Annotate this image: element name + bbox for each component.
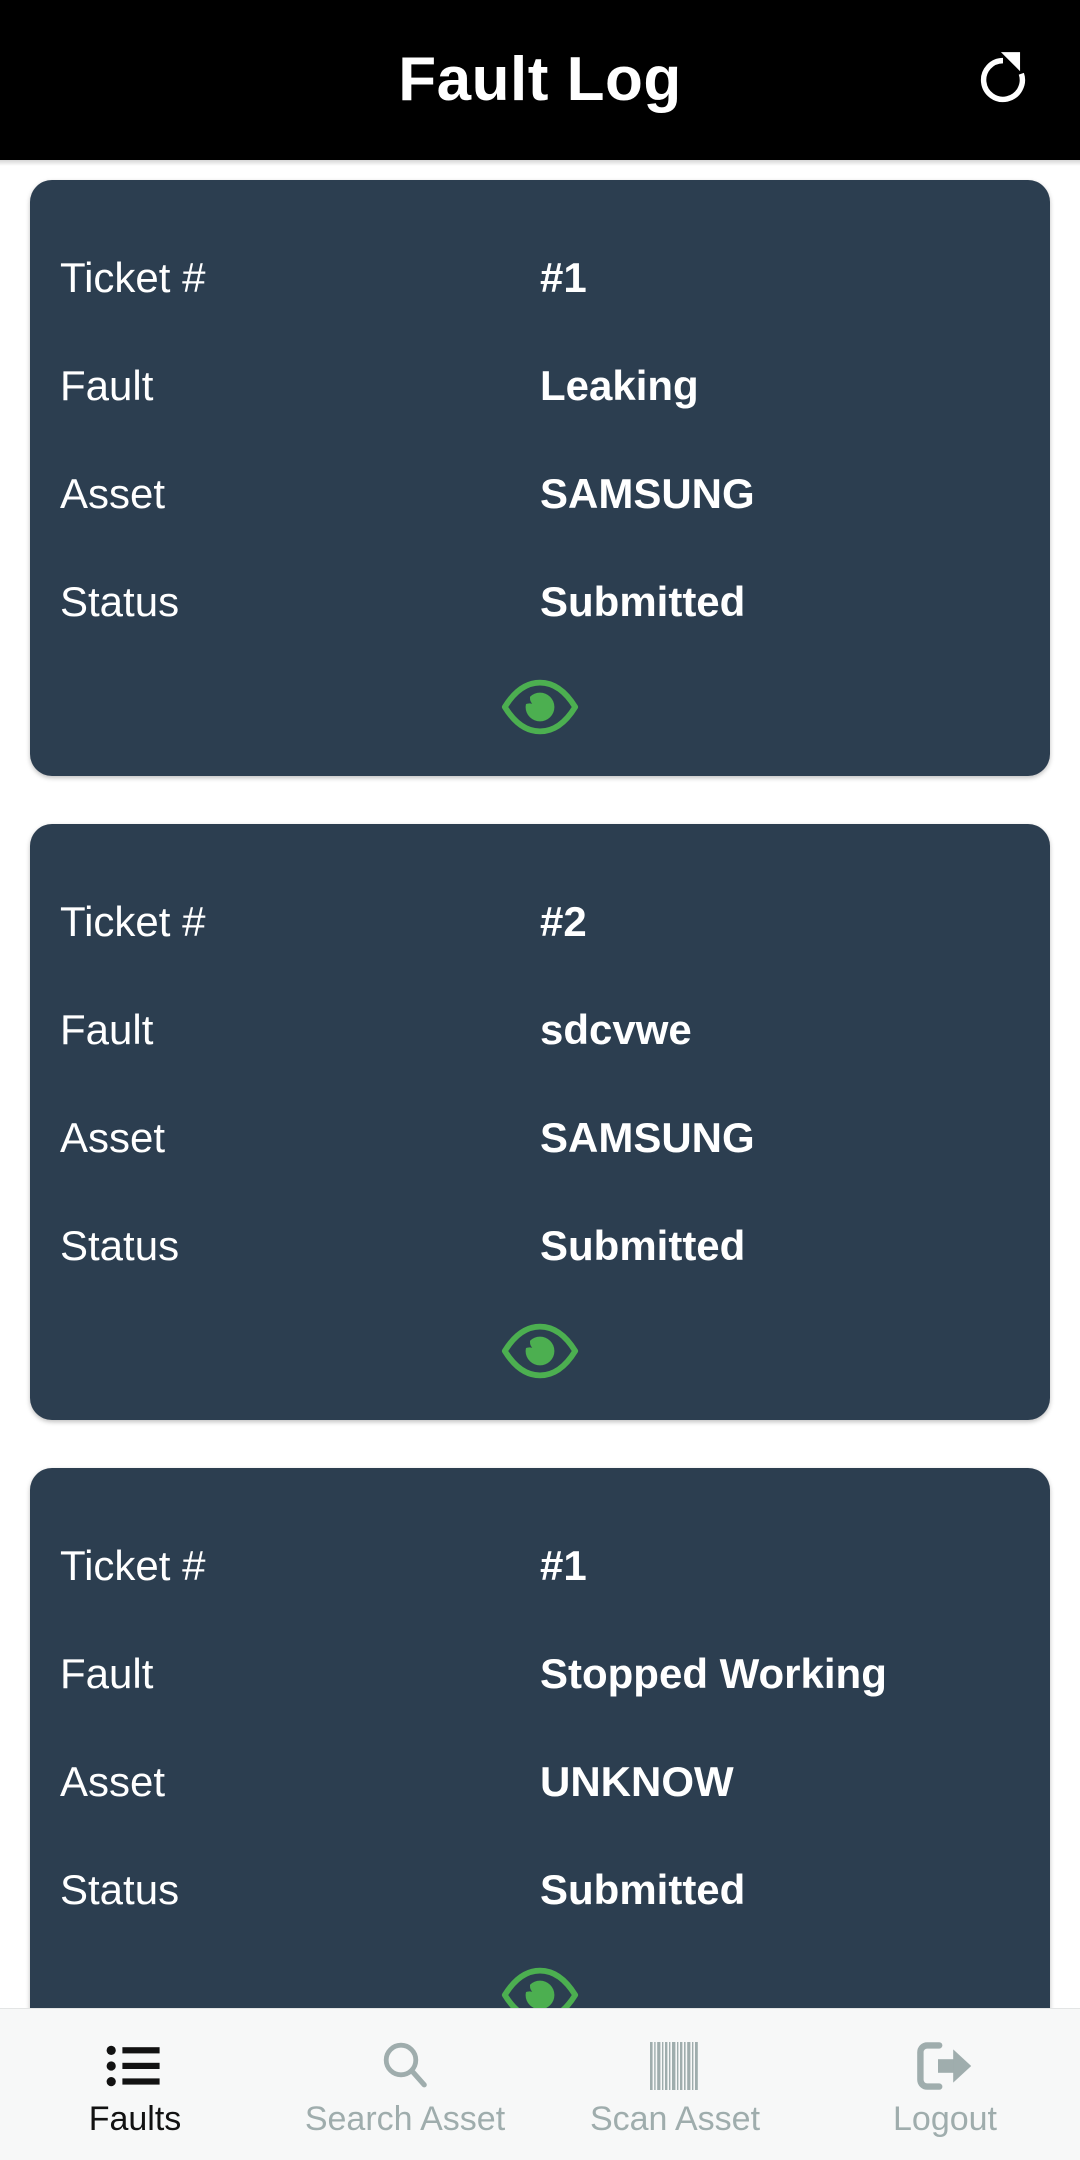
fault-value: Stopped Working — [540, 1649, 887, 1697]
status-value: Submitted — [540, 577, 746, 625]
nav-label-logout: Logout — [893, 2099, 997, 2138]
nav-label-faults: Faults — [88, 2099, 182, 2138]
nav-item-scan-asset[interactable]: Scan Asset — [540, 2009, 810, 2160]
fault-value: Leaking — [540, 361, 699, 409]
asset-row: Asset UNKNOW — [60, 1728, 1020, 1836]
asset-value: UNKNOW — [540, 1757, 734, 1805]
ticket-row: Ticket # #1 — [60, 224, 1020, 332]
eye-icon — [500, 1966, 580, 2008]
fault-row: Fault sdcvwe — [60, 976, 1020, 1084]
status-row: Status Submitted — [60, 548, 1020, 656]
ticket-value: #1 — [540, 1541, 587, 1589]
asset-row: Asset SAMSUNG — [60, 1084, 1020, 1192]
nav-label-search-asset: Search Asset — [304, 2099, 506, 2138]
asset-value: SAMSUNG — [540, 469, 755, 517]
ticket-label: Ticket # — [60, 1541, 206, 1589]
view-fault-button[interactable] — [497, 675, 583, 739]
fault-label: Fault — [60, 1649, 154, 1697]
asset-label: Asset — [60, 469, 166, 517]
app-header: Fault Log — [0, 0, 1080, 160]
ticket-label: Ticket # — [60, 897, 206, 945]
fault-row: Fault Leaking — [60, 332, 1020, 440]
card-actions — [60, 672, 1020, 742]
fault-list[interactable]: Ticket # #1 Fault Leaking Asset SAMSUNG … — [0, 166, 1080, 2008]
ticket-row: Ticket # #2 — [60, 868, 1020, 976]
eye-icon — [500, 678, 580, 736]
list-icon — [106, 2038, 164, 2094]
bottom-navigation: Faults Search Asset Scan Asset Logout — [0, 2008, 1080, 2160]
eye-icon — [500, 1322, 580, 1380]
nav-item-search-asset[interactable]: Search Asset — [270, 2009, 540, 2160]
status-row: Status Submitted — [60, 1836, 1020, 1944]
refresh-button[interactable] — [964, 41, 1042, 119]
asset-value: SAMSUNG — [540, 1113, 755, 1161]
ticket-label: Ticket # — [60, 253, 206, 301]
card-actions — [60, 1316, 1020, 1386]
fault-label: Fault — [60, 361, 154, 409]
ticket-value: #1 — [540, 253, 587, 301]
search-icon — [377, 2038, 433, 2094]
status-value: Submitted — [540, 1865, 746, 1913]
card-actions — [60, 1960, 1020, 2008]
status-label: Status — [60, 1865, 180, 1913]
nav-item-faults[interactable]: Faults — [0, 2009, 270, 2160]
fault-value: sdcvwe — [540, 1005, 692, 1053]
fault-card[interactable]: Ticket # #1 Fault Stopped Working Asset … — [30, 1468, 1050, 2008]
asset-row: Asset SAMSUNG — [60, 440, 1020, 548]
fault-label: Fault — [60, 1005, 154, 1053]
asset-label: Asset — [60, 1757, 166, 1805]
asset-label: Asset — [60, 1113, 166, 1161]
refresh-icon — [972, 49, 1034, 111]
status-label: Status — [60, 577, 180, 625]
status-value: Submitted — [540, 1221, 746, 1269]
view-fault-button[interactable] — [497, 1319, 583, 1383]
page-title: Fault Log — [398, 45, 682, 114]
nav-item-logout[interactable]: Logout — [810, 2009, 1080, 2160]
view-fault-button[interactable] — [497, 1963, 583, 2008]
ticket-value: #2 — [540, 897, 587, 945]
app-screen: Fault Log Ticket # #1 Fault Leaking Asse… — [0, 0, 1080, 2160]
barcode-icon — [648, 2038, 702, 2094]
fault-row: Fault Stopped Working — [60, 1620, 1020, 1728]
fault-card[interactable]: Ticket # #2 Fault sdcvwe Asset SAMSUNG S… — [30, 824, 1050, 1420]
fault-card[interactable]: Ticket # #1 Fault Leaking Asset SAMSUNG … — [30, 180, 1050, 776]
nav-label-scan-asset: Scan Asset — [589, 2099, 761, 2138]
logout-icon — [916, 2038, 974, 2094]
status-label: Status — [60, 1221, 180, 1269]
ticket-row: Ticket # #1 — [60, 1512, 1020, 1620]
status-row: Status Submitted — [60, 1192, 1020, 1300]
